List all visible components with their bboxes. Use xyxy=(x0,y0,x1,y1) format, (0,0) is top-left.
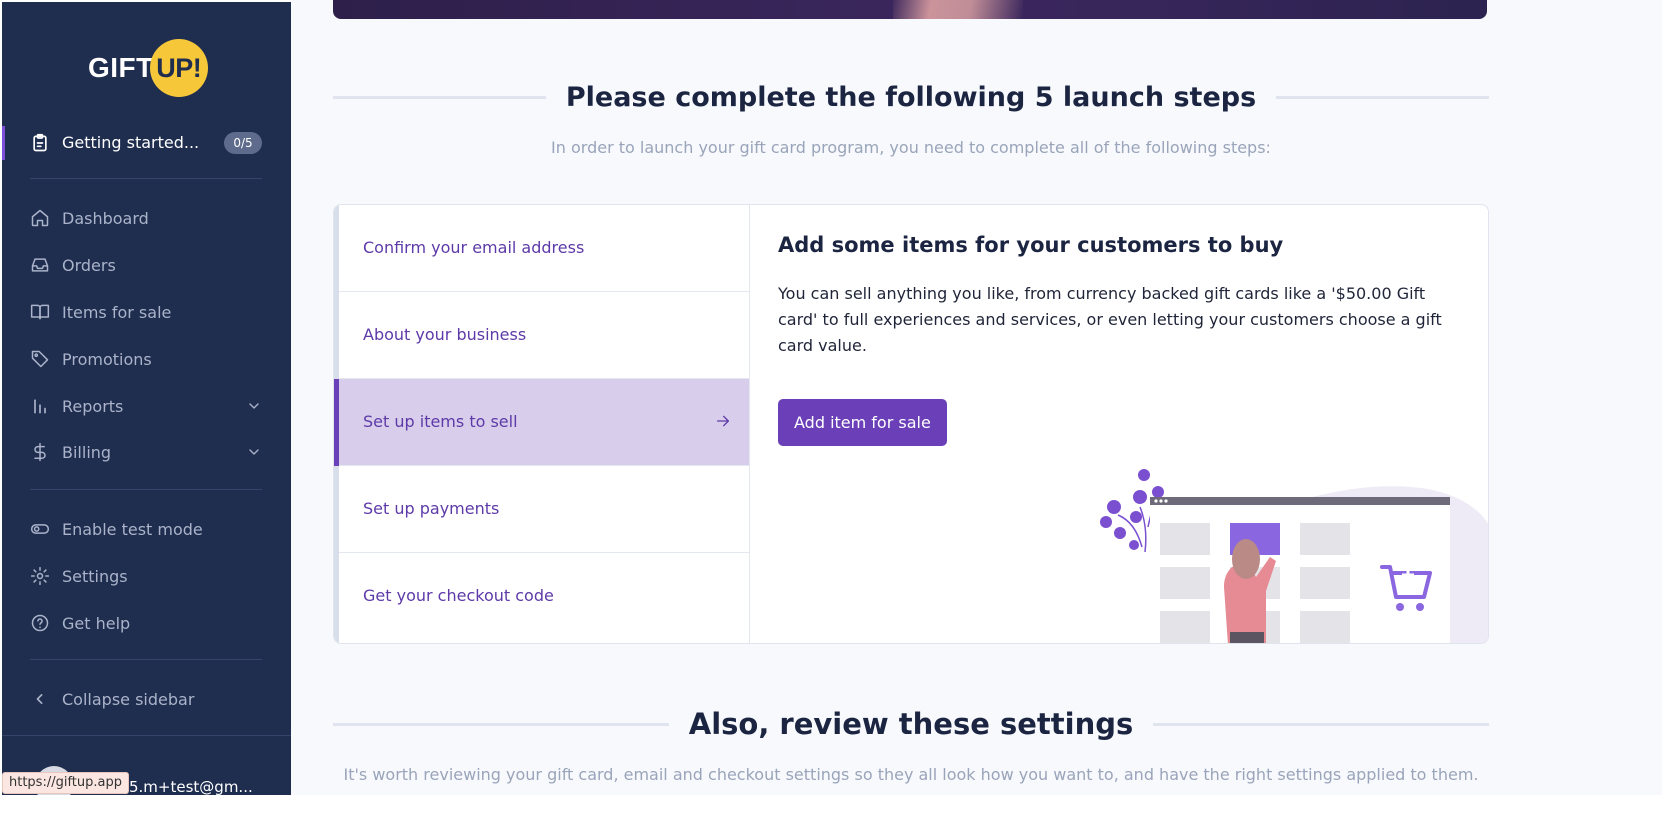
step-label: Get your checkout code xyxy=(363,586,554,605)
step-get-checkout-code[interactable]: Get your checkout code xyxy=(339,553,749,643)
help-circle-icon xyxy=(31,614,49,632)
store-illustration xyxy=(1100,469,1488,643)
step-label: Set up items to sell xyxy=(363,412,518,431)
sidebar-item-orders[interactable]: Orders xyxy=(2,248,291,282)
sidebar-item-label: Dashboard xyxy=(62,209,149,228)
launch-steps-header: Please complete the following 5 launch s… xyxy=(333,82,1490,113)
gear-icon xyxy=(30,566,50,586)
divider xyxy=(333,96,546,99)
steps-list: Confirm your email address About your bu… xyxy=(334,205,750,643)
step-set-up-payments[interactable]: Set up payments xyxy=(339,466,749,553)
step-detail-description: You can sell anything you like, from cur… xyxy=(778,284,1442,355)
sidebar-item-settings[interactable]: Settings xyxy=(2,559,291,593)
page-title: Please complete the following 5 launch s… xyxy=(565,82,1257,113)
sidebar-item-label: Orders xyxy=(62,256,116,275)
hero-banner xyxy=(333,0,1487,19)
status-bar-url: https://giftup.app xyxy=(2,772,130,794)
step-detail-title: Add some items for your customers to buy xyxy=(778,233,1284,257)
clipboard-icon xyxy=(33,133,47,152)
divider xyxy=(2,735,291,736)
step-set-up-items[interactable]: Set up items to sell xyxy=(334,379,749,466)
bar-chart-icon xyxy=(34,399,46,414)
sidebar-item-dashboard[interactable]: Dashboard xyxy=(2,201,291,235)
launch-subtitle: In order to launch your gift card progra… xyxy=(551,138,1271,157)
user-email: 5.m+test@gm... xyxy=(129,778,253,795)
logo-text: GIFT xyxy=(88,52,154,83)
divider xyxy=(30,659,262,660)
step-label: About your business xyxy=(363,325,527,344)
sidebar-item-label: Getting started... xyxy=(62,133,200,152)
sidebar-item-label: Collapse sidebar xyxy=(62,690,195,709)
arrow-right-icon xyxy=(717,415,729,427)
active-indicator xyxy=(334,379,339,466)
sidebar-item-label: Reports xyxy=(62,397,124,416)
sidebar-item-reports[interactable]: Reports xyxy=(2,389,291,423)
divider xyxy=(30,489,262,490)
toggle-icon xyxy=(30,524,50,534)
logo-badge-text: UP! xyxy=(156,52,202,83)
step-label: Confirm your email address xyxy=(363,238,585,257)
step-confirm-email[interactable]: Confirm your email address xyxy=(339,205,749,292)
inbox-icon xyxy=(31,258,49,272)
sidebar-item-label: Get help xyxy=(62,614,131,633)
active-indicator xyxy=(2,126,5,160)
window-bottom-edge xyxy=(291,795,1662,824)
sidebar-item-promotions[interactable]: Promotions xyxy=(2,342,291,376)
book-icon xyxy=(30,304,50,320)
divider xyxy=(30,178,262,179)
section-title: Also, review these settings xyxy=(688,707,1134,741)
step-about-business[interactable]: About your business xyxy=(339,292,749,379)
divider xyxy=(333,722,669,726)
sidebar-item-enable-test-mode[interactable]: Enable test mode xyxy=(2,512,291,546)
sidebar-item-label: Settings xyxy=(62,567,128,586)
divider xyxy=(1153,722,1490,726)
sidebar-item-get-help[interactable]: Get help xyxy=(2,606,291,640)
logo-badge: UP! xyxy=(149,39,208,97)
sidebar-item-billing[interactable]: Billing xyxy=(2,435,291,469)
sidebar-item-label: Billing xyxy=(62,443,112,462)
sidebar-item-items-for-sale[interactable]: Items for sale xyxy=(2,295,291,329)
dollar-icon xyxy=(34,442,46,462)
review-settings-header: Also, review these settings xyxy=(333,707,1490,741)
chevron-down-icon xyxy=(249,449,259,455)
divider xyxy=(1276,96,1490,99)
main-content: Please complete the following 5 launch s… xyxy=(291,0,1662,795)
review-subtitle: It's worth reviewing your gift card, ema… xyxy=(343,765,1479,784)
chevron-down-icon xyxy=(249,403,259,409)
step-detail: Add some items for your customers to buy… xyxy=(750,205,1488,643)
add-item-for-sale-button[interactable]: Add item for sale xyxy=(778,399,947,446)
sidebar-item-getting-started[interactable]: Getting started... 0/5 xyxy=(2,124,291,162)
home-icon xyxy=(31,209,49,227)
launch-steps-card: Confirm your email address About your bu… xyxy=(333,204,1489,644)
sidebar-item-label: Items for sale xyxy=(62,303,172,322)
sidebar-item-label: Promotions xyxy=(62,350,152,369)
chevron-left-icon xyxy=(36,694,43,704)
step-label: Set up payments xyxy=(363,499,500,518)
collapse-sidebar-button[interactable]: Collapse sidebar xyxy=(2,682,291,716)
progress-badge: 0/5 xyxy=(224,132,262,154)
tag-icon xyxy=(31,350,49,368)
sidebar-item-label: Enable test mode xyxy=(62,520,203,539)
giftup-logo[interactable]: GIFT UP! xyxy=(88,39,208,97)
banner-illustration xyxy=(893,0,1023,19)
sidebar: GIFT UP! Getting started... 0/5 Dashboar… xyxy=(2,2,291,795)
